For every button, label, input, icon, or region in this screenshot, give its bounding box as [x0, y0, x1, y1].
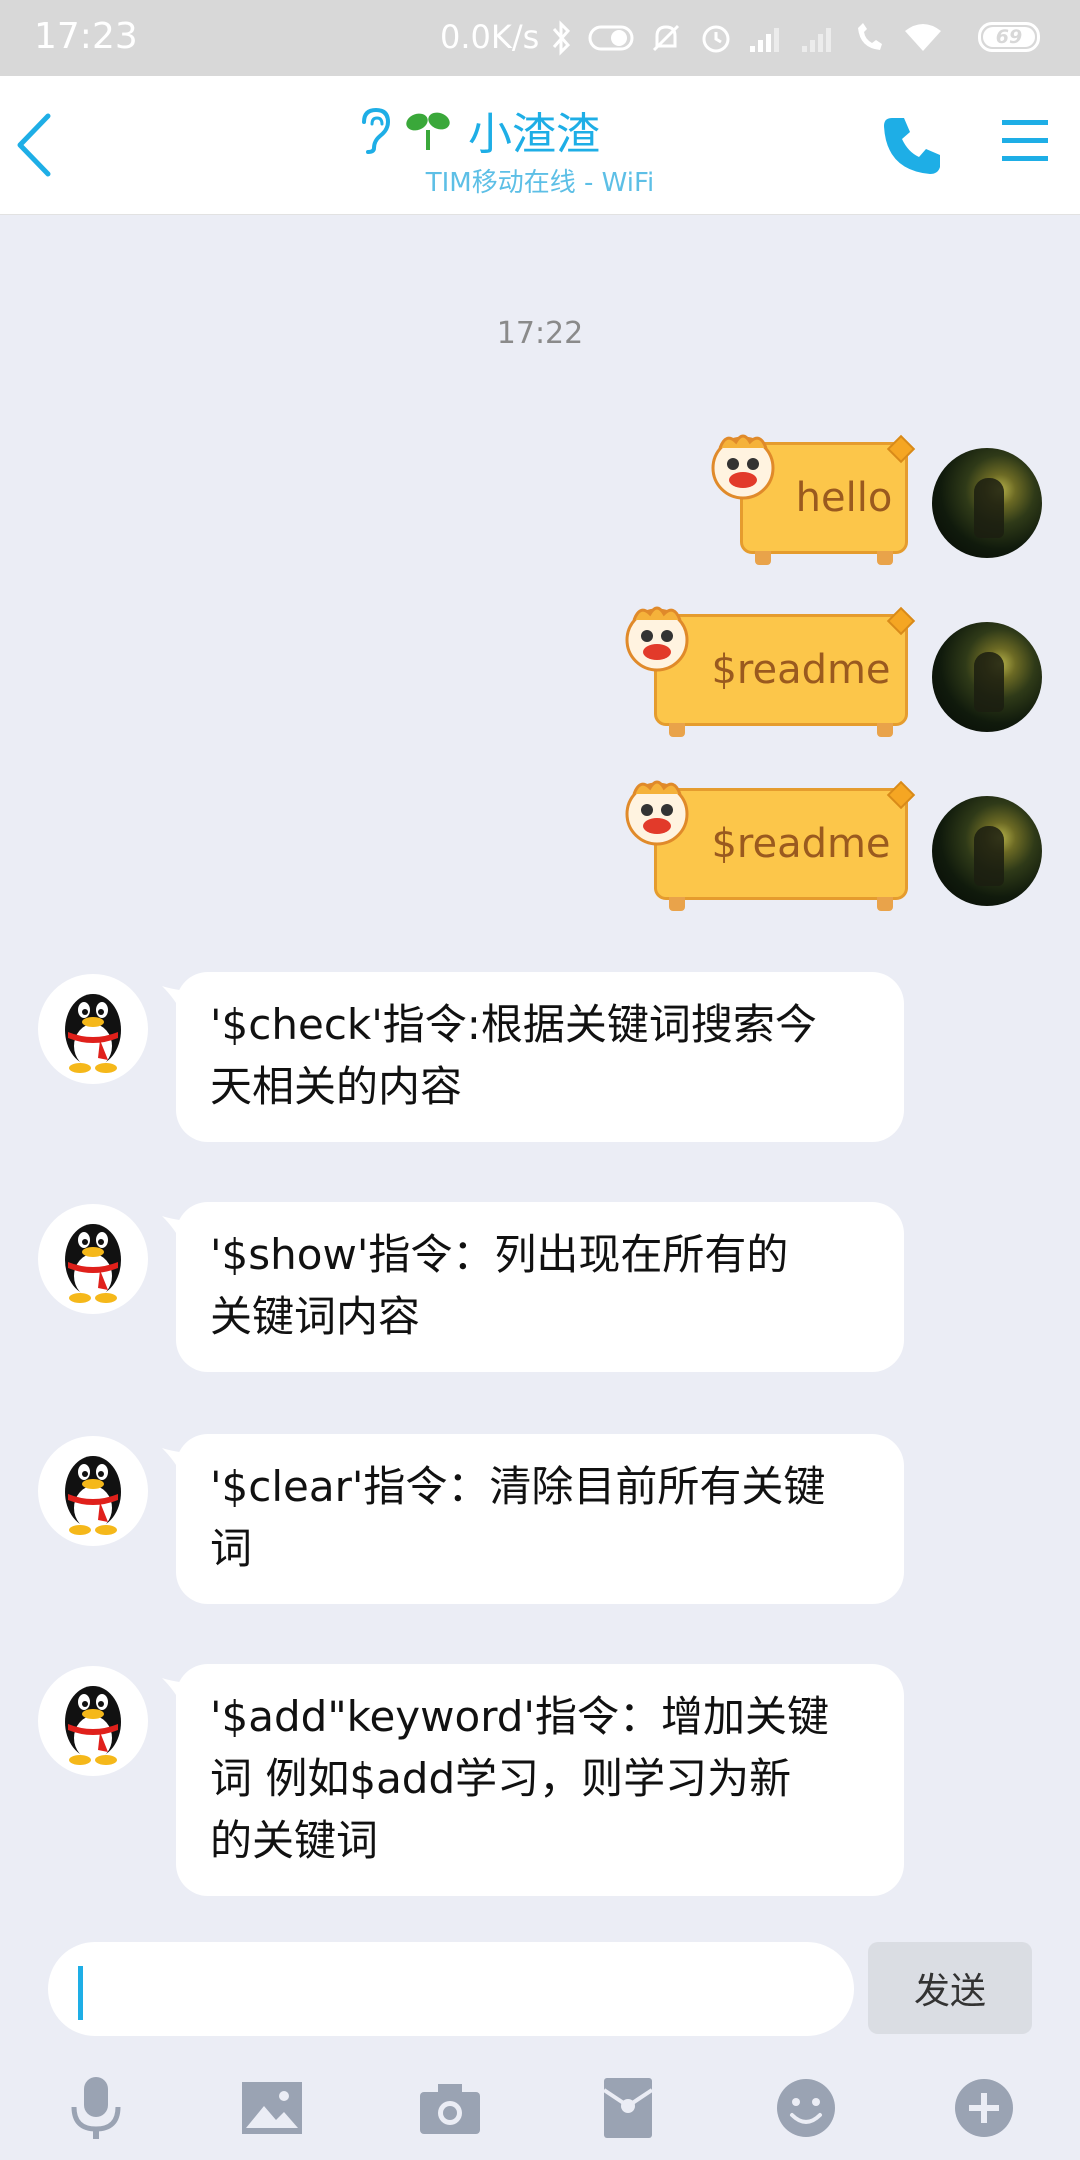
ear-icon: [362, 107, 391, 154]
call-forward-icon: [858, 23, 882, 50]
status-time: 17:23: [34, 16, 138, 57]
contact-name: 小渣渣: [468, 109, 600, 160]
my-avatar[interactable]: [932, 622, 1042, 732]
message-line: '$check'指令:根据关键词搜索今: [210, 1000, 817, 1049]
battery-level: 69: [995, 26, 1023, 48]
signal-icon: [802, 28, 831, 52]
emoji-icon[interactable]: [770, 2072, 842, 2144]
toggle-icon: [588, 25, 634, 51]
bluetooth-icon: [552, 20, 571, 56]
message-line: 的关键词: [210, 1816, 379, 1865]
mute-icon: [652, 24, 680, 52]
menu-icon[interactable]: [1000, 116, 1050, 166]
sent-message[interactable]: $readme: [620, 774, 916, 914]
phone-icon[interactable]: [880, 112, 946, 178]
received-message[interactable]: '$add"keyword'指令：增加关键 词 例如$add学习，则学习为新 的…: [162, 1664, 904, 1896]
status-icons: [548, 14, 944, 62]
message-line: 词 例如$add学习，则学习为新: [210, 1754, 792, 1803]
text-caret: [78, 1966, 83, 2020]
penguin-icon: [65, 1224, 121, 1303]
title-row: 小渣渣: [356, 98, 600, 162]
message-line: '$show'指令：列出现在所有的: [210, 1230, 789, 1279]
message-timestamp: 17:22: [496, 316, 584, 351]
wifi-icon: [905, 24, 941, 51]
input-bar: 发送: [0, 1924, 1080, 2036]
qq-penguin-avatar[interactable]: [38, 1666, 148, 1776]
status-bar: 17:23 0.0K/s 69: [0, 0, 1080, 76]
lion-dance-icon: [625, 780, 689, 846]
received-message[interactable]: '$clear'指令：清除目前所有关键 词: [162, 1434, 904, 1604]
sent-message[interactable]: $readme: [620, 600, 916, 740]
message-text: $readme: [711, 821, 891, 867]
chat-header: 小渣渣 TIM移动在线 - WiFi: [0, 76, 1080, 215]
red-packet-icon[interactable]: [592, 2072, 664, 2144]
battery-indicator: 69: [978, 22, 1040, 52]
alarm-icon: [702, 25, 730, 53]
network-speed: 0.0K/s: [440, 18, 540, 56]
message-line: 天相关的内容: [210, 1062, 463, 1111]
image-icon[interactable]: [236, 2072, 308, 2144]
signal-icon: [750, 28, 779, 52]
sent-message[interactable]: hello: [706, 428, 916, 568]
lion-dance-icon: [711, 434, 775, 500]
penguin-icon: [65, 994, 121, 1073]
send-button[interactable]: 发送: [868, 1942, 1032, 2034]
plus-icon[interactable]: [948, 2072, 1020, 2144]
penguin-icon: [65, 1456, 121, 1535]
chat-toolbar: [0, 2052, 1080, 2160]
received-message[interactable]: '$check'指令:根据关键词搜索今 天相关的内容: [162, 972, 904, 1142]
message-text: hello: [795, 475, 893, 521]
qq-penguin-avatar[interactable]: [38, 974, 148, 1084]
penguin-icon: [65, 1686, 121, 1765]
microphone-icon[interactable]: [60, 2072, 132, 2144]
message-input[interactable]: [48, 1942, 854, 2036]
message-line: 词: [210, 1524, 253, 1573]
message-line: '$clear'指令：清除目前所有关键: [210, 1462, 826, 1511]
my-avatar[interactable]: [932, 796, 1042, 906]
message-text: $readme: [711, 647, 891, 693]
message-line: 关键词内容: [210, 1292, 421, 1341]
sprout-icon: [406, 112, 450, 150]
qq-penguin-avatar[interactable]: [38, 1436, 148, 1546]
received-message[interactable]: '$show'指令：列出现在所有的 关键词内容: [162, 1202, 904, 1372]
lion-dance-icon: [625, 606, 689, 672]
qq-penguin-avatar[interactable]: [38, 1204, 148, 1314]
my-avatar[interactable]: [932, 448, 1042, 558]
message-line: '$add"keyword'指令：增加关键: [210, 1692, 829, 1741]
camera-icon[interactable]: [414, 2072, 486, 2144]
